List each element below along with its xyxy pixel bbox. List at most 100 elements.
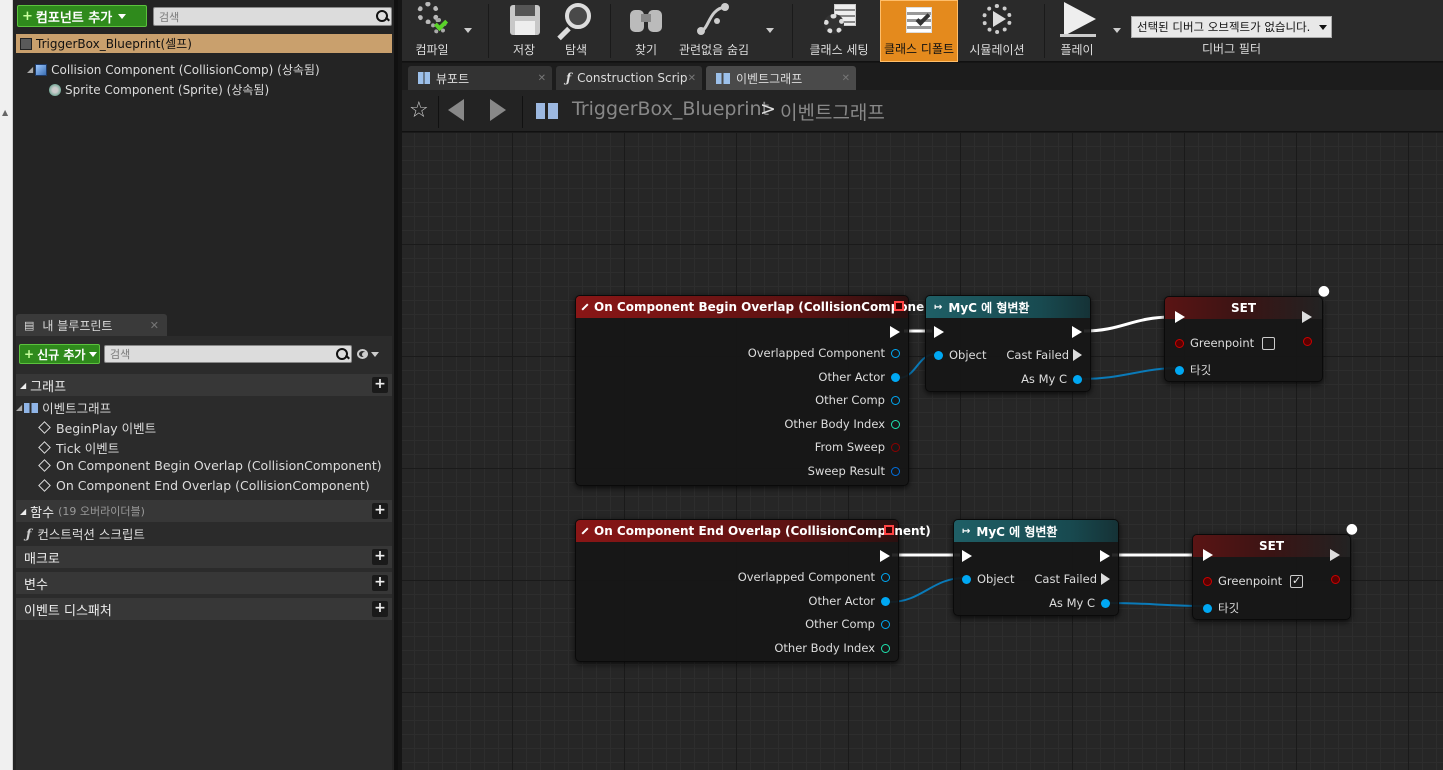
add-macro-button[interactable]: + [372, 549, 388, 565]
component-collision[interactable]: ◢ Collision Component (CollisionComp) (상… [27, 61, 320, 78]
close-icon[interactable]: ✕ [150, 319, 159, 332]
pin-greenpoint[interactable]: Greenpoint [1175, 336, 1276, 350]
pin-object[interactable]: Object [962, 572, 1014, 586]
breadcrumb-blueprint[interactable]: TriggerBox_Blueprint [572, 98, 769, 120]
class-settings-button[interactable]: 클래스 세팅 [806, 0, 872, 62]
pin-other-comp[interactable]: Other Comp [815, 393, 900, 407]
add-new-button[interactable]: + 신규 추가 [19, 344, 100, 364]
pin-other-actor[interactable]: Other Actor [818, 370, 900, 384]
object-pin-icon [1073, 374, 1082, 384]
play-button[interactable]: 플레이 [1054, 0, 1100, 62]
pin-as-myc[interactable]: As My C [1021, 372, 1082, 386]
close-icon[interactable]: ✕ [688, 73, 696, 84]
pin-overlapped-component[interactable]: Overlapped Component [748, 346, 900, 360]
exec-in-pin[interactable] [962, 550, 972, 562]
pin-other-actor[interactable]: Other Actor [808, 594, 890, 608]
event-node-end-overlap[interactable]: On Component End Overlap (CollisionCompo… [575, 519, 931, 662]
object-pin-icon [962, 574, 971, 584]
pin-sweep-result[interactable]: Sweep Result [808, 464, 900, 478]
delegate-pin-icon[interactable] [894, 301, 904, 311]
category-variables[interactable]: 변수 + [16, 572, 392, 594]
save-button[interactable]: 저장 [502, 0, 546, 62]
cast-node-1[interactable]: ↦ MyC 에 형변환 Object Cast Failed As My C [925, 295, 1091, 392]
close-icon[interactable]: ✕ [538, 73, 546, 84]
exec-out-pin[interactable] [890, 326, 900, 338]
bool-out-pin[interactable] [1303, 337, 1312, 346]
find-button[interactable]: 찾기 [622, 0, 670, 62]
cast-node-2[interactable]: ↦ MyC 에 형변환 Object Cast Failed As My C [953, 519, 1119, 616]
component-root[interactable]: TriggerBox_Blueprint(셀프) [16, 34, 392, 53]
star-icon[interactable]: ☆ [409, 98, 429, 123]
greenpoint-checkbox[interactable]: ✓ [1290, 574, 1304, 588]
play-options-chevron-icon[interactable] [1113, 28, 1121, 33]
exec-out-pin[interactable] [1100, 550, 1110, 562]
eye-icon[interactable] [357, 347, 379, 361]
blueprint-search-input[interactable]: 검색 [104, 345, 352, 363]
pin-target[interactable]: 타깃 [1175, 362, 1211, 378]
add-function-button[interactable]: + [372, 503, 388, 519]
category-macros[interactable]: 매크로 + [16, 546, 392, 568]
exec-in-pin[interactable] [1203, 549, 1213, 561]
back-arrow-icon[interactable] [448, 99, 464, 121]
tab-my-blueprint[interactable]: ▤ 내 블루프린트 ✕ [16, 314, 167, 336]
category-functions[interactable]: ◢ 함수 (19 오버라이더블) + [16, 500, 392, 522]
browse-button[interactable]: 탐색 [554, 0, 598, 62]
object-pin-icon [891, 348, 900, 358]
exec-out-pin[interactable] [880, 550, 890, 562]
category-graphs[interactable]: ◢ 그래프 + [16, 374, 392, 396]
compile-options-chevron-icon[interactable] [464, 28, 472, 33]
hide-unrelated-chevron-icon[interactable] [766, 28, 774, 33]
exec-out-pin[interactable] [1302, 311, 1312, 323]
pin-from-sweep[interactable]: From Sweep [815, 440, 900, 454]
pin-target[interactable]: 타깃 [1203, 600, 1239, 616]
pin-other-body-index[interactable]: Other Body Index [784, 417, 900, 431]
add-component-button[interactable]: + 컴포넌트 추가 [17, 5, 147, 27]
hide-unrelated-button[interactable]: 관련없음 숨김 [676, 0, 752, 62]
bool-out-pin[interactable] [1331, 575, 1340, 584]
node-header: On Component Begin Overlap (CollisionCom… [576, 296, 944, 318]
greenpoint-checkbox[interactable] [1262, 336, 1276, 350]
event-item[interactable]: On Component End Overlap (CollisionCompo… [38, 478, 370, 493]
pin-overlapped-component[interactable]: Overlapped Component [738, 570, 890, 584]
pin-other-body-index[interactable]: Other Body Index [774, 641, 890, 655]
class-defaults-button[interactable]: 클래스 디폴트 [880, 0, 958, 62]
pin-as-myc[interactable]: As My C [1049, 596, 1110, 610]
exec-out-pin[interactable] [1072, 326, 1082, 338]
component-search-input[interactable]: 검색 [153, 7, 392, 26]
add-graph-button[interactable]: + [372, 377, 388, 393]
add-component-label: 컴포넌트 추가 [35, 10, 113, 26]
breadcrumb-graph[interactable]: 이벤트그래프 [780, 98, 885, 125]
pin-greenpoint[interactable]: Greenpoint ✓ [1203, 574, 1304, 588]
event-item[interactable]: On Component Begin Overlap (CollisionCom… [38, 458, 382, 473]
pin-cast-failed[interactable]: Cast Failed [1006, 348, 1082, 362]
close-icon[interactable]: ✕ [842, 73, 850, 84]
event-item[interactable]: Tick 이벤트 [38, 438, 119, 457]
exec-in-pin[interactable] [1175, 311, 1185, 323]
component-sprite[interactable]: Sprite Component (Sprite) (상속됨) [49, 81, 269, 98]
forward-arrow-icon[interactable] [490, 99, 506, 121]
event-node-begin-overlap[interactable]: On Component Begin Overlap (CollisionCom… [575, 295, 944, 486]
add-variable-button[interactable]: + [372, 575, 388, 591]
set-node-1[interactable]: SET Greenpoint 타깃 ● [1164, 283, 1330, 382]
simulation-button[interactable]: 시뮬레이션 [964, 0, 1030, 62]
pin-object[interactable]: Object [934, 348, 986, 362]
tab-event-graph[interactable]: 이벤트그래프 ✕ [706, 66, 856, 90]
pin-other-comp[interactable]: Other Comp [805, 617, 890, 631]
delegate-pin-icon[interactable] [884, 525, 894, 535]
compile-button[interactable]: 컴파일 [406, 0, 458, 62]
pin-label: Other Body Index [784, 417, 885, 431]
debug-object-select[interactable]: 선택된 디버그 오브젝트가 없습니다. [1131, 16, 1332, 38]
exec-out-pin[interactable] [1330, 549, 1340, 561]
set-node-2[interactable]: SET Greenpoint ✓ 타깃 ● [1192, 521, 1358, 620]
exec-in-pin[interactable] [934, 326, 944, 338]
construction-script-item[interactable]: ƒ 컨스트럭션 스크립트 [26, 524, 145, 543]
tab-construction-script[interactable]: ƒ Construction Scrip ✕ [556, 66, 702, 90]
pin-label: As My C [1021, 372, 1067, 386]
event-item[interactable]: BeginPlay 이벤트 [38, 418, 156, 437]
pin-cast-failed[interactable]: Cast Failed [1034, 572, 1110, 586]
event-graph-canvas[interactable]: On Component Begin Overlap (CollisionCom… [402, 132, 1443, 770]
event-graph-item[interactable]: ◢ 이벤트그래프 [16, 398, 111, 417]
add-dispatcher-button[interactable]: + [372, 601, 388, 617]
category-dispatchers[interactable]: 이벤트 디스패처 + [16, 598, 392, 620]
tab-viewport[interactable]: 뷰포트 ✕ [408, 66, 552, 90]
